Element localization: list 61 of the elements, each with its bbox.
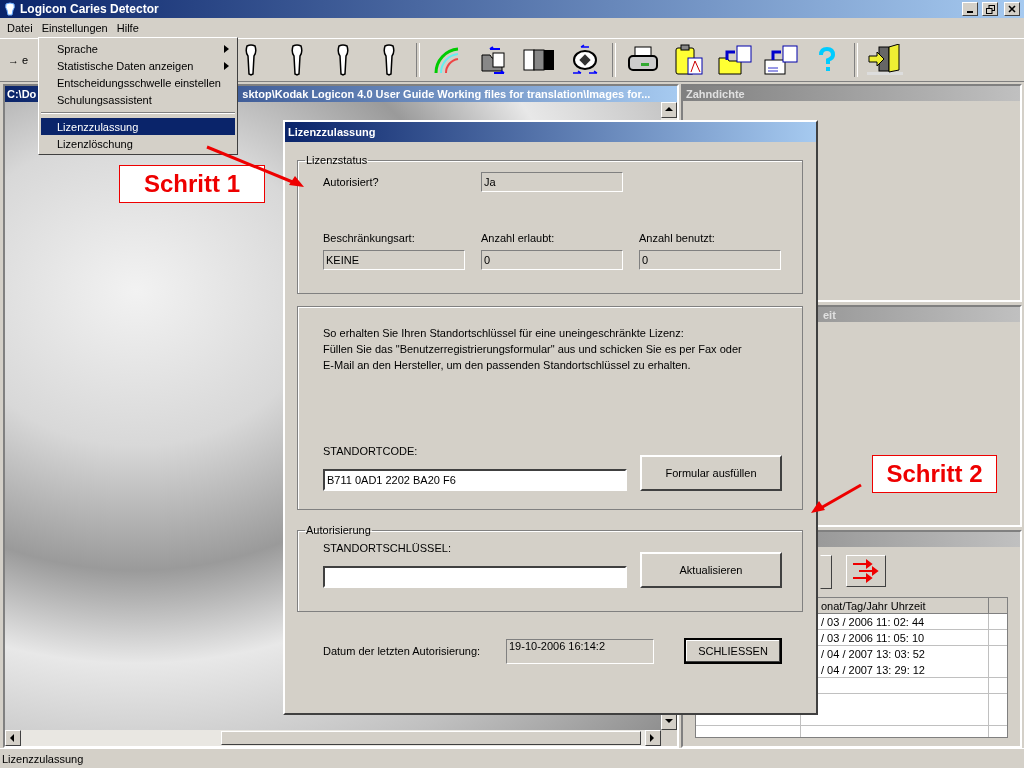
readonly-field: 0: [639, 250, 781, 270]
field-label: Anzahl benutzt:: [639, 232, 716, 244]
menu-entry[interactable]: Entscheidungsschwelle einstellen: [41, 74, 235, 91]
dialog-title: Lizenzzulassung: [285, 122, 816, 142]
menu-entry[interactable]: Statistische Daten anzeigen: [41, 57, 235, 74]
table-cell-text: / 03 / 2006 11: 02: 44: [820, 615, 926, 630]
mail-export-icon[interactable]: [763, 44, 799, 76]
menu-entry[interactable]: Lizenzlöschung: [41, 135, 235, 152]
close-icon: [1008, 5, 1016, 13]
menu-entry[interactable]: Lizenzzulassung: [41, 118, 235, 135]
table-cell-text: / 04 / 2007 13: 03: 52: [820, 647, 926, 662]
clipboard-icon[interactable]: [674, 44, 704, 76]
group-legend: Autorisierung: [305, 524, 372, 536]
restore-icon: [985, 4, 995, 14]
readonly-field: KEINE: [323, 250, 465, 270]
transfer-button[interactable]: [846, 555, 886, 587]
tooth-icon[interactable]: [244, 44, 258, 76]
table-cell-text: / 04 / 2007 13: 29: 12: [820, 663, 926, 678]
document-title: sktop\Kodak Logicon 4.0 User Guide Working files for translation\Images for...: [242, 88, 651, 100]
close-dialog-button[interactable]: SCHLIESSEN: [684, 638, 782, 664]
folder-export-icon[interactable]: [717, 44, 753, 76]
fill-form-button[interactable]: Formular ausfüllen: [640, 455, 782, 491]
close-button[interactable]: [1004, 2, 1020, 16]
restore-button[interactable]: [982, 2, 998, 16]
field-label: Beschränkungsart:: [323, 232, 416, 244]
window-title: Logicon Caries Detector: [20, 2, 159, 16]
authorized-field: Ja: [481, 172, 623, 192]
field-label: Datum der letzten Autorisierung:: [323, 645, 482, 657]
tooth-icon[interactable]: [336, 44, 350, 76]
field-label: Anzahl erlaubt:: [481, 232, 556, 244]
menu-item[interactable]: Datei: [2, 20, 38, 36]
menu-entry[interactable]: Sprache: [41, 40, 235, 57]
field-label: STANDORTSCHLÜSSEL:: [323, 542, 452, 554]
instruction-text: So erhalten Sie Ihren Standortschlüssel für eine uneingeschränkte Lizenz: Füllen Sie das "Benutzerregistrierungsformular" aus und schicken Sie es per Fax oder E-Mail an den Hersteller, um den passenden Standortschlüssel zu erhalten.: [323, 326, 743, 373]
table-cell-text: / 03 / 2006 11: 05: 10: [820, 631, 926, 646]
document-title: C:\Do: [7, 88, 37, 100]
folder-arrows-icon[interactable]: [478, 45, 508, 75]
contrast-icon[interactable]: [523, 49, 555, 71]
callout-label: Schritt 2: [872, 455, 997, 493]
site-code-field[interactable]: B711 0AD1 2202 BA20 F6: [323, 469, 627, 491]
last-authorization-field: 19-10-2006 16:14:2: [506, 638, 654, 664]
readonly-field: 0: [481, 250, 623, 270]
panel-title: Zahndichte: [683, 86, 1020, 101]
menu-item[interactable]: Einstellungen: [37, 21, 112, 35]
arrows-icon: [851, 559, 881, 583]
callout-arrow: [811, 483, 863, 515]
field-label: Autorisiert?: [323, 176, 380, 188]
exit-door-icon[interactable]: [865, 44, 905, 76]
callout-label: Schritt 1: [119, 165, 265, 203]
tooth-icon[interactable]: [290, 44, 304, 76]
update-button[interactable]: Aktualisieren: [640, 552, 782, 588]
menu-entry[interactable]: Schulungsassistent: [41, 91, 235, 108]
horizontal-scrollbar[interactable]: [5, 730, 661, 746]
status-text: Lizenzzulassung: [2, 752, 84, 765]
tooth-logo-icon: [4, 2, 16, 16]
group-legend: Lizenzstatus: [305, 154, 369, 166]
minimize-button[interactable]: [962, 2, 978, 16]
menu-item[interactable]: Hilfe: [111, 20, 144, 36]
tooth-icon[interactable]: [382, 44, 396, 76]
field-label: STANDORTCODE:: [323, 445, 419, 457]
site-key-field[interactable]: [323, 566, 627, 588]
